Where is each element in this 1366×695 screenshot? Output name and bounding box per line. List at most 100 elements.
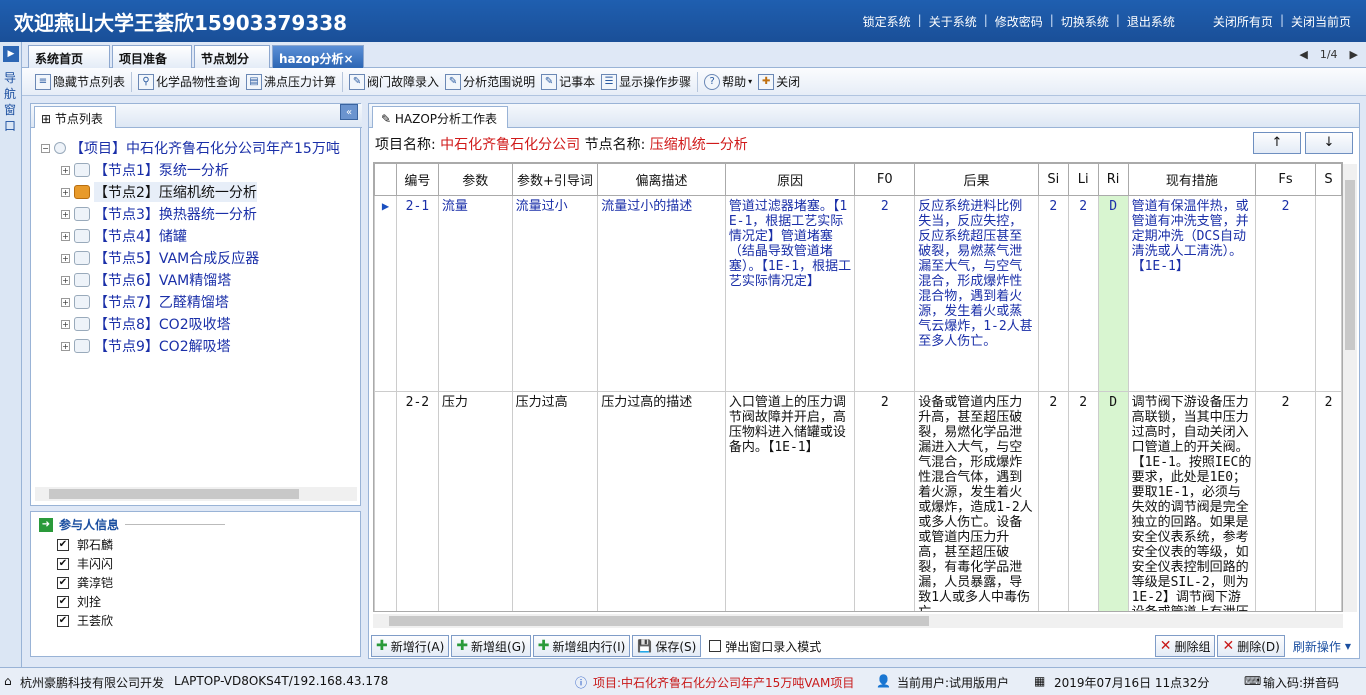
cell-consequence[interactable]: 反应系统进料比例失当，反应失控，反应系统超压甚至破裂，易燃蒸气泄漏至大气，与空气… bbox=[914, 195, 1039, 392]
checkbox-checked[interactable]: ✔ bbox=[57, 595, 69, 608]
tree-node-1[interactable]: + 【节点1】泵统一分析 bbox=[61, 160, 229, 180]
worksheet-tab[interactable]: ✎ HAZOP分析工作表 bbox=[372, 106, 508, 128]
cell-id[interactable]: 2-2 bbox=[395, 391, 439, 611]
tab-hazop-analysis[interactable]: hazop分析× bbox=[272, 45, 364, 68]
tree-node-7[interactable]: + 【节点7】乙醛精馏塔 bbox=[61, 292, 229, 312]
boiling-pressure-calc-button[interactable]: ▤ 沸点压力计算 bbox=[243, 71, 339, 93]
column-header[interactable]: Ri bbox=[1097, 163, 1129, 196]
delete-group-button[interactable]: ✕ 删除组 bbox=[1154, 635, 1216, 657]
about-system-link[interactable]: 关于系统 bbox=[922, 13, 984, 30]
switch-system-link[interactable]: 切换系统 bbox=[1054, 13, 1116, 30]
cell-li[interactable]: 2 bbox=[1067, 195, 1099, 392]
cell-id[interactable]: 2-1 bbox=[395, 195, 439, 392]
show-steps-button[interactable]: ☰ 显示操作步骤 bbox=[598, 71, 694, 93]
cell-s[interactable]: 2 bbox=[1314, 391, 1342, 611]
move-down-button[interactable]: ↓ bbox=[1305, 132, 1353, 154]
collapse-icon[interactable]: − bbox=[41, 143, 50, 153]
help-button[interactable]: ? 帮助 ▾ bbox=[701, 71, 755, 93]
change-password-link[interactable]: 修改密码 bbox=[988, 13, 1050, 30]
expand-icon[interactable]: + bbox=[61, 319, 70, 329]
cell-guide[interactable]: 流量过小 bbox=[511, 195, 599, 392]
column-header[interactable]: F0 bbox=[854, 163, 916, 196]
participant-item[interactable]: ✔ 王荟欣 bbox=[57, 612, 113, 629]
cell-cause[interactable]: 入口管道上的压力调节阀故障并开启，高压物料进入储罐或设备内。【1E-1】 bbox=[724, 391, 856, 611]
column-header[interactable]: 编号 bbox=[395, 163, 439, 196]
tab-close-icon[interactable]: × bbox=[343, 52, 353, 66]
column-header[interactable]: Si bbox=[1037, 163, 1069, 196]
tree-horizontal-scrollbar[interactable] bbox=[35, 487, 357, 501]
chemical-property-query-button[interactable]: ⚲ 化学品物性查询 bbox=[135, 71, 243, 93]
cell-measures[interactable]: 管道有保温伴热，或管道有冲洗支管，并定期冲洗（DCS自动清洗或人工清洗）。【1E… bbox=[1127, 195, 1257, 392]
column-header[interactable]: Fs bbox=[1255, 163, 1316, 196]
tree-node-5[interactable]: + 【节点5】VAM合成反应器 bbox=[61, 248, 259, 268]
cell-ri[interactable]: D bbox=[1097, 391, 1129, 611]
cell-s[interactable] bbox=[1314, 195, 1342, 392]
participant-item[interactable]: ✔ 刘拴 bbox=[57, 593, 101, 610]
valve-fault-entry-button[interactable]: ✎ 阀门故障录入 bbox=[346, 71, 442, 93]
expand-icon[interactable]: + bbox=[61, 187, 70, 197]
participant-item[interactable]: ✔ 郭石麟 bbox=[57, 536, 113, 553]
column-header[interactable]: 参数 bbox=[437, 163, 513, 196]
expand-icon[interactable]: + bbox=[61, 165, 70, 175]
popup-mode-toggle[interactable]: 弹出窗口录入模式 bbox=[709, 638, 821, 655]
refresh-dropdown[interactable]: 刷新操作 ▼ bbox=[1287, 638, 1357, 655]
analysis-scope-button[interactable]: ✎ 分析范围说明 bbox=[442, 71, 538, 93]
cell-param[interactable]: 流量 bbox=[437, 195, 513, 392]
column-header[interactable]: 参数+引导词 bbox=[511, 163, 599, 196]
grid-horizontal-scrollbar[interactable] bbox=[373, 614, 1343, 628]
add-group-row-button[interactable]: ✚ 新增组内行(I) bbox=[532, 635, 631, 657]
scrollbar-thumb[interactable] bbox=[49, 489, 299, 499]
cell-f0[interactable]: 2 bbox=[854, 391, 916, 611]
collapse-panel-icon[interactable]: « bbox=[340, 104, 358, 120]
cell-param[interactable]: 压力 bbox=[437, 391, 513, 611]
cell-measures[interactable]: 调节阀下游设备压力高联锁，当其中压力过高时，自动关闭入口管道上的开关阀。【1E-… bbox=[1127, 391, 1257, 611]
cell-fs[interactable]: 2 bbox=[1255, 195, 1316, 392]
column-header[interactable]: 后果 bbox=[914, 163, 1039, 196]
expand-icon[interactable]: + bbox=[61, 231, 70, 241]
column-header[interactable]: Li bbox=[1067, 163, 1099, 196]
tree-node-9[interactable]: + 【节点9】CO2解吸塔 bbox=[61, 336, 231, 356]
close-all-pages-link[interactable]: 关闭所有页 bbox=[1206, 13, 1280, 30]
tree-node-4[interactable]: + 【节点4】储罐 bbox=[61, 226, 187, 246]
checkbox-checked[interactable]: ✔ bbox=[57, 614, 69, 627]
column-header[interactable]: S bbox=[1314, 163, 1342, 196]
column-header[interactable]: 原因 bbox=[724, 163, 856, 196]
cell-consequence[interactable]: 设备或管道内压力升高，甚至超压破裂，易燃化学品泄漏进入大气，与空气混合，形成爆炸… bbox=[914, 391, 1039, 611]
table-row[interactable]: 2-2 压力 压力过高 压力过高的描述 入口管道上的压力调节阀故障并开启，高压物… bbox=[374, 391, 1342, 611]
node-list-tab[interactable]: ⊞ 节点列表 bbox=[34, 106, 116, 128]
expand-icon[interactable]: + bbox=[61, 341, 70, 351]
cell-ri[interactable]: D bbox=[1097, 195, 1129, 392]
save-button[interactable]: 💾 保存(S) bbox=[632, 635, 702, 657]
cell-cause[interactable]: 管道过滤器堵塞。【1E-1，根据工艺实际情况定】管道堵塞（结晶导致管道堵塞）。【… bbox=[724, 195, 856, 392]
close-current-page-link[interactable]: 关闭当前页 bbox=[1284, 13, 1358, 30]
tree-node-8[interactable]: + 【节点8】CO2吸收塔 bbox=[61, 314, 231, 334]
checkbox-checked[interactable]: ✔ bbox=[57, 576, 69, 589]
tree-project-node[interactable]: − 【项目】中石化齐鲁石化分公司年产15万吨 bbox=[41, 138, 340, 158]
expand-icon[interactable]: + bbox=[61, 275, 70, 285]
add-row-button[interactable]: ✚ 新增行(A) bbox=[371, 635, 450, 657]
add-group-button[interactable]: ✚ 新增组(G) bbox=[451, 635, 531, 657]
nav-window-strip[interactable]: ▶ 导航窗口 bbox=[0, 42, 22, 667]
tab-system-home[interactable]: 系统首页 bbox=[28, 45, 110, 68]
checkbox-unchecked[interactable] bbox=[709, 640, 722, 652]
cell-f0[interactable]: 2 bbox=[854, 195, 916, 392]
column-header[interactable]: 偏离描述 bbox=[597, 163, 726, 196]
cell-si[interactable]: 2 bbox=[1037, 391, 1069, 611]
table-row[interactable]: ▶ 2-1 流量 流量过小 流量过小的描述 管道过滤器堵塞。【1E-1，根据工艺… bbox=[374, 195, 1342, 392]
cell-li[interactable]: 2 bbox=[1067, 391, 1099, 611]
tree-node-6[interactable]: + 【节点6】VAM精馏塔 bbox=[61, 270, 231, 290]
exit-system-link[interactable]: 退出系统 bbox=[1120, 13, 1182, 30]
expand-icon[interactable]: + bbox=[61, 297, 70, 307]
notepad-button[interactable]: ✎ 记事本 bbox=[538, 71, 598, 93]
scrollbar-thumb[interactable] bbox=[389, 616, 929, 626]
cell-deviation[interactable]: 压力过高的描述 bbox=[597, 391, 726, 611]
cell-deviation[interactable]: 流量过小的描述 bbox=[597, 195, 726, 392]
tree-node-3[interactable]: + 【节点3】换热器统一分析 bbox=[61, 204, 257, 224]
grid-vertical-scrollbar[interactable] bbox=[1343, 164, 1357, 612]
participant-item[interactable]: ✔ 丰闪闪 bbox=[57, 555, 113, 572]
tree-node-2[interactable]: + 【节点2】压缩机统一分析 bbox=[61, 182, 257, 202]
column-header[interactable]: 现有措施 bbox=[1127, 163, 1257, 196]
expand-icon[interactable]: + bbox=[61, 253, 70, 263]
hide-node-list-button[interactable]: ≡ 隐藏节点列表 bbox=[32, 71, 128, 93]
delete-button[interactable]: ✕ 删除(D) bbox=[1217, 635, 1285, 657]
